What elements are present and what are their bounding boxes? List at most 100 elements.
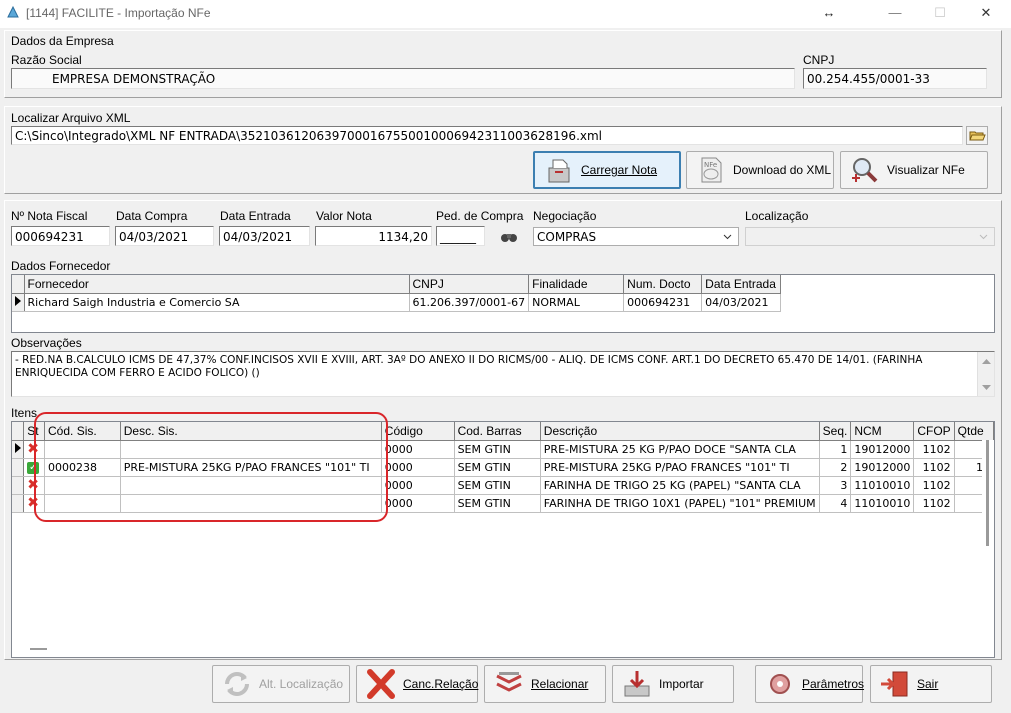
- parametros-label: Parâmetros: [802, 677, 865, 691]
- cell-descricao[interactable]: PRE-MISTURA 25 KG P/PAO DOCE "SANTA CLA: [540, 440, 820, 459]
- cell-descricao[interactable]: FARINHA DE TRIGO 10X1 (PAPEL) "101" PREM…: [540, 494, 820, 513]
- col-st[interactable]: St: [23, 422, 46, 441]
- col-finalidade[interactable]: Finalidade: [528, 275, 625, 294]
- canc-relacao-button[interactable]: Canc.Relação: [356, 665, 478, 703]
- cell-cod-sis[interactable]: [44, 476, 121, 495]
- data-entrada-field[interactable]: 04/03/2021: [219, 226, 310, 246]
- cell-fornecedor[interactable]: Richard Saigh Industria e Comercio SA: [24, 293, 410, 312]
- col-num-docto[interactable]: Num. Docto: [623, 275, 703, 294]
- cell-finalidade[interactable]: NORMAL: [528, 293, 625, 312]
- cell-descricao[interactable]: FARINHA DE TRIGO 25 KG (PAPEL) "SANTA CL…: [540, 476, 820, 495]
- cell-codigo[interactable]: 0000: [381, 440, 455, 459]
- col-codigo[interactable]: Código: [381, 422, 455, 441]
- cell-cod-barras[interactable]: SEM GTIN: [454, 494, 541, 513]
- col-ncm[interactable]: NCM: [850, 422, 915, 441]
- app-icon: [7, 5, 19, 18]
- observacoes-textarea[interactable]: - RED.NA B.CALCULO ICMS DE 47,37% CONF.I…: [11, 351, 995, 397]
- relacionar-button[interactable]: Relacionar: [484, 665, 606, 703]
- carregar-nota-button[interactable]: Carregar Nota: [533, 151, 681, 189]
- localizacao-select[interactable]: [745, 227, 995, 246]
- cell-desc-sis[interactable]: [120, 476, 382, 495]
- cell-cod-barras[interactable]: SEM GTIN: [454, 440, 541, 459]
- horizontal-scrollbar-thumb[interactable]: [30, 648, 47, 650]
- col-cfop[interactable]: CFOP: [913, 422, 955, 441]
- close-button[interactable]: ✕: [963, 0, 1009, 28]
- sair-button[interactable]: Sair: [870, 665, 992, 703]
- importar-button[interactable]: Importar: [612, 665, 734, 703]
- cell-cod-barras[interactable]: SEM GTIN: [454, 458, 541, 477]
- col-desc-sis[interactable]: Desc. Sis.: [120, 422, 382, 441]
- col-cod-sis[interactable]: Cód. Sis.: [44, 422, 121, 441]
- cell-cfop[interactable]: 1102: [913, 494, 955, 513]
- col-seq[interactable]: Seq.: [819, 422, 852, 441]
- arquivo-label: Localizar Arquivo XML: [11, 111, 131, 125]
- table-row[interactable]: ✖ 0000 SEM GTIN PRE-MISTURA 25 KG P/PAO …: [12, 440, 994, 459]
- cell-descricao[interactable]: PRE-MISTURA 25KG P/PAO FRANCES "101" TI: [540, 458, 820, 477]
- row-indicator-icon: [12, 293, 25, 312]
- data-compra-field[interactable]: 04/03/2021: [115, 226, 214, 246]
- negociacao-label: Negociação: [533, 209, 597, 223]
- load-note-icon: [548, 159, 570, 183]
- cell-desc-sis[interactable]: [120, 494, 382, 513]
- nf-field[interactable]: 000694231: [11, 226, 110, 246]
- cell-cod-barras[interactable]: SEM GTIN: [454, 476, 541, 495]
- cell-cod-sis[interactable]: 0000238: [44, 458, 121, 477]
- cell-seq[interactable]: 2: [819, 458, 852, 477]
- table-row[interactable]: Richard Saigh Industria e Comercio SA 61…: [12, 293, 782, 312]
- cell-ncm[interactable]: 19012000: [850, 458, 915, 477]
- ped-compra-field[interactable]: ______: [436, 226, 485, 246]
- cell-seq[interactable]: 4: [819, 494, 852, 513]
- itens-scrollbar[interactable]: [982, 440, 994, 546]
- minimize-button[interactable]: —: [872, 0, 918, 28]
- row-indicator-icon: [12, 440, 25, 459]
- cell-codigo[interactable]: 0000: [381, 494, 455, 513]
- open-file-button[interactable]: [966, 126, 988, 145]
- col-cod-barras[interactable]: Cod. Barras: [454, 422, 541, 441]
- visualizar-nfe-button[interactable]: Visualizar NFe: [840, 151, 988, 189]
- cell-ncm[interactable]: 11010010: [850, 494, 915, 513]
- cell-cnpj[interactable]: 61.206.397/0001-67: [409, 293, 530, 312]
- col-data-entrada[interactable]: Data Entrada: [701, 275, 782, 294]
- col-qtde[interactable]: Qtde: [954, 422, 994, 441]
- cell-cfop[interactable]: 1102: [913, 440, 955, 459]
- binoculars-icon: [501, 234, 517, 242]
- col-fornecedor[interactable]: Fornecedor: [24, 275, 410, 294]
- cell-ncm[interactable]: 19012000: [850, 440, 915, 459]
- cell-codigo[interactable]: 0000: [381, 458, 455, 477]
- alt-localizacao-label: Alt. Localização: [259, 677, 344, 691]
- col-descricao[interactable]: Descrição: [540, 422, 820, 441]
- cell-desc-sis[interactable]: PRE-MISTURA 25KG P/PAO FRANCES "101" TI: [120, 458, 382, 477]
- cell-cod-sis[interactable]: [44, 440, 121, 459]
- razao-social-field: EMPRESA DEMONSTRAÇÃO: [11, 68, 795, 89]
- valor-nota-field[interactable]: 1134,20: [315, 226, 432, 246]
- empresa-group-label: Dados da Empresa: [11, 34, 114, 48]
- cell-data-entrada[interactable]: 04/03/2021: [701, 293, 782, 312]
- alt-localizacao-button[interactable]: Alt. Localização: [212, 665, 350, 703]
- cell-num-docto[interactable]: 000694231: [623, 293, 703, 312]
- download-xml-button[interactable]: NFe Download do XML: [686, 151, 834, 189]
- cell-codigo[interactable]: 0000: [381, 476, 455, 495]
- cell-cfop[interactable]: 1102: [913, 458, 955, 477]
- cell-seq[interactable]: 1: [819, 440, 852, 459]
- cell-ncm[interactable]: 11010010: [850, 476, 915, 495]
- search-pedido-button[interactable]: [497, 228, 521, 246]
- fornecedor-grid[interactable]: Fornecedor CNPJ Finalidade Num. Docto Da…: [11, 274, 995, 333]
- itens-grid[interactable]: St Cód. Sis. Desc. Sis. Código Cod. Barr…: [11, 421, 995, 658]
- observacoes-scrollbar[interactable]: [977, 352, 994, 396]
- negociacao-select[interactable]: COMPRAS: [533, 227, 739, 246]
- maximize-button[interactable]: ☐: [917, 0, 963, 28]
- cell-desc-sis[interactable]: [120, 440, 382, 459]
- xml-path-input[interactable]: C:\Sinco\Integrado\XML NF ENTRADA\352103…: [11, 126, 963, 145]
- cell-seq[interactable]: 3: [819, 476, 852, 495]
- parametros-button[interactable]: Parâmetros: [755, 665, 865, 703]
- cell-cod-sis[interactable]: [44, 494, 121, 513]
- table-row[interactable]: ✖ 0000 SEM GTIN FARINHA DE TRIGO 25 KG (…: [12, 476, 994, 495]
- resize-icon[interactable]: ↔: [806, 0, 852, 28]
- col-cnpj[interactable]: CNPJ: [409, 275, 530, 294]
- table-row[interactable]: ✖ 0000 SEM GTIN FARINHA DE TRIGO 10X1 (P…: [12, 494, 994, 513]
- chevron-down-icon: [723, 234, 732, 240]
- table-row[interactable]: ✓ 0000238 PRE-MISTURA 25KG P/PAO FRANCES…: [12, 458, 994, 477]
- scrollbar-thumb[interactable]: [986, 440, 989, 546]
- cell-cfop[interactable]: 1102: [913, 476, 955, 495]
- status-error-icon: ✖: [23, 494, 46, 513]
